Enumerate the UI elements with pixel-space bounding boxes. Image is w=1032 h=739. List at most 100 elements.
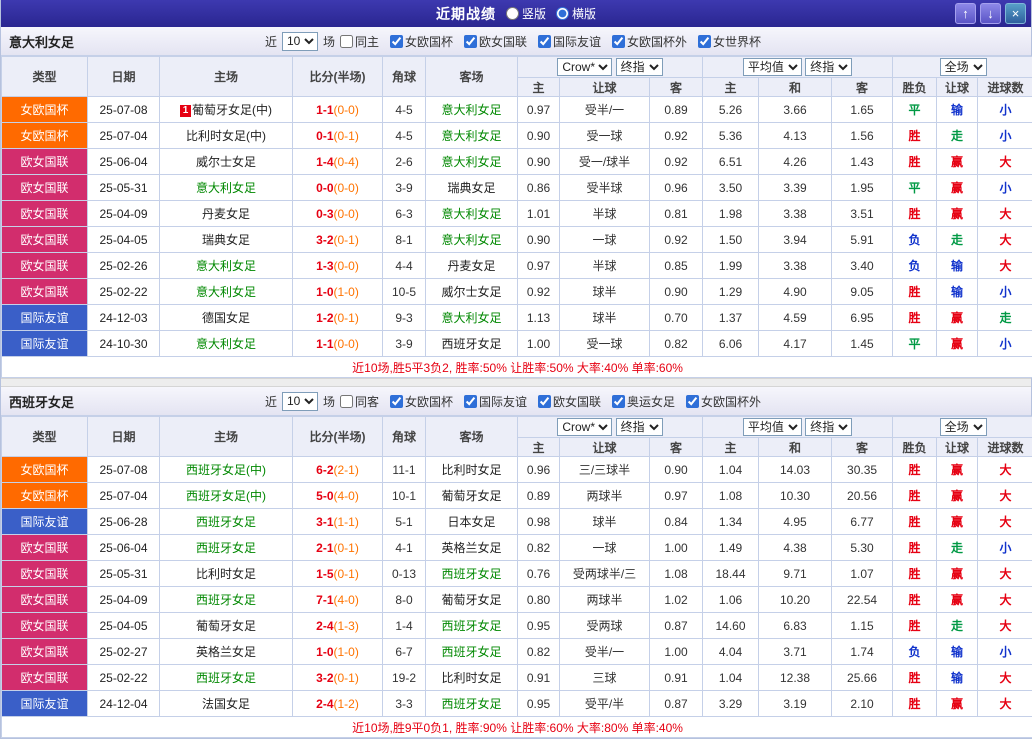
same-venue-checkbox[interactable] (340, 395, 353, 408)
home-team: 西班牙女足(中) (160, 483, 293, 509)
odds-time-select[interactable]: 终指 (616, 58, 663, 76)
league-label: 国际友谊 (479, 393, 527, 410)
home-team-name: 西班牙女足(中) (186, 489, 266, 503)
avg-draw-odds: 9.71 (759, 561, 832, 587)
horizontal-radio-input[interactable] (556, 7, 569, 20)
home-team: 德国女足 (160, 305, 293, 331)
league-checkbox[interactable] (538, 35, 551, 48)
league-filter[interactable]: 奥运女足 (612, 393, 675, 410)
same-venue-checkbox[interactable] (340, 35, 353, 48)
league-filter[interactable]: 女欧国杯外 (612, 33, 687, 50)
league-checkbox[interactable] (390, 35, 403, 48)
avg-draw-odds: 3.38 (759, 253, 832, 279)
away-team-name: 威尔士女足 (441, 285, 501, 299)
avg-draw-odds: 3.39 (759, 175, 832, 201)
away-team: 威尔士女足 (426, 279, 518, 305)
matches-label: 场 (323, 393, 335, 410)
home-odds: 0.80 (518, 587, 560, 613)
result-outcome: 平 (893, 175, 937, 201)
avg-away-odds: 3.40 (832, 253, 893, 279)
match-row: 欧女国联25-05-31比利时女足1-5(0-1)0-13西班牙女足0.76受两… (2, 561, 1032, 587)
odds-source-select[interactable]: Crow* (557, 418, 612, 436)
window-title: 近期战绩 (436, 4, 496, 24)
col-handicap-result: 让球 (937, 438, 978, 457)
match-type-badge: 国际友谊 (2, 305, 88, 331)
league-checkbox[interactable] (538, 395, 551, 408)
result-outcome: 胜 (893, 201, 937, 227)
avg-group-header: 平均值 终指 (703, 417, 893, 438)
away-odds: 0.90 (650, 279, 703, 305)
corner-score: 2-6 (383, 149, 426, 175)
full-time-score: 1-0 (316, 285, 333, 299)
league-checkbox[interactable] (390, 395, 403, 408)
league-checkbox[interactable] (612, 35, 625, 48)
horizontal-radio-label: 横版 (572, 5, 596, 22)
away-odds: 0.87 (650, 691, 703, 717)
league-filter[interactable]: 国际友谊 (538, 33, 601, 50)
move-down-button[interactable]: ↓ (980, 3, 1001, 24)
league-filter[interactable]: 国际友谊 (464, 393, 527, 410)
away-team: 意大利女足 (426, 149, 518, 175)
same-venue-filter[interactable]: 同客 (340, 393, 379, 410)
match-count-select[interactable]: 10 (282, 392, 318, 411)
home-odds: 0.91 (518, 665, 560, 691)
league-filter[interactable]: 女世界杯 (698, 33, 761, 50)
scope-select[interactable]: 全场 (940, 58, 987, 76)
league-label: 欧女国联 (553, 393, 601, 410)
league-filter[interactable]: 欧女国联 (538, 393, 601, 410)
goals-outcome: 小 (978, 175, 1032, 201)
layout-vertical-radio[interactable]: 竖版 (506, 5, 546, 22)
avg-away-odds: 1.95 (832, 175, 893, 201)
home-team: 意大利女足 (160, 253, 293, 279)
handicap-line: 两球半 (560, 483, 650, 509)
home-team-name: 丹麦女足 (202, 207, 250, 221)
col-handicap: 让球 (560, 438, 650, 457)
goals-outcome: 大 (978, 201, 1032, 227)
league-checkbox[interactable] (464, 35, 477, 48)
avg-away-odds: 30.35 (832, 457, 893, 483)
odds-time-select[interactable]: 终指 (616, 418, 663, 436)
close-button[interactable]: × (1005, 3, 1026, 24)
odds-source-select[interactable]: Crow* (557, 58, 612, 76)
result-outcome: 胜 (893, 483, 937, 509)
result-outcome: 胜 (893, 457, 937, 483)
league-label: 女欧国杯外 (701, 393, 761, 410)
avg-source-select[interactable]: 平均值 (743, 58, 802, 76)
league-filter[interactable]: 女欧国杯外 (686, 393, 761, 410)
match-date: 25-02-22 (88, 665, 160, 691)
corner-score: 6-3 (383, 201, 426, 227)
handicap-line: 受两球 (560, 613, 650, 639)
match-date: 25-04-09 (88, 587, 160, 613)
match-row: 欧女国联25-04-05葡萄牙女足2-4(1-3)1-4西班牙女足0.95受两球… (2, 613, 1032, 639)
match-score: 3-1(1-1) (293, 509, 383, 535)
avg-source-select[interactable]: 平均值 (743, 418, 802, 436)
league-checkbox[interactable] (686, 395, 699, 408)
away-team-name: 葡萄牙女足 (441, 593, 501, 607)
goals-outcome: 小 (978, 535, 1032, 561)
vertical-radio-input[interactable] (506, 7, 519, 20)
goals-outcome: 小 (978, 331, 1032, 357)
league-checkbox[interactable] (612, 395, 625, 408)
odds-group-header: Crow* 终指 (518, 57, 703, 78)
avg-home-odds: 6.06 (703, 331, 759, 357)
move-up-button[interactable]: ↑ (955, 3, 976, 24)
match-score: 5-0(4-0) (293, 483, 383, 509)
col-result: 胜负 (893, 438, 937, 457)
league-checkbox[interactable] (464, 395, 477, 408)
league-checkbox[interactable] (698, 35, 711, 48)
half-time-score: (1-1) (334, 515, 359, 529)
home-team-name: 西班牙女足 (196, 671, 256, 685)
away-odds: 0.87 (650, 613, 703, 639)
scope-select[interactable]: 全场 (940, 418, 987, 436)
home-team-name: 意大利女足 (196, 285, 256, 299)
league-filter[interactable]: 欧女国联 (464, 33, 527, 50)
league-filter[interactable]: 女欧国杯 (390, 393, 453, 410)
layout-horizontal-radio[interactable]: 横版 (556, 5, 596, 22)
match-score: 3-2(0-1) (293, 227, 383, 253)
same-venue-filter[interactable]: 同主 (340, 33, 379, 50)
avg-time-select[interactable]: 终指 (805, 58, 852, 76)
match-count-select[interactable]: 10 (282, 32, 318, 51)
avg-time-select[interactable]: 终指 (805, 418, 852, 436)
col-home: 主场 (160, 57, 293, 97)
league-filter[interactable]: 女欧国杯 (390, 33, 453, 50)
